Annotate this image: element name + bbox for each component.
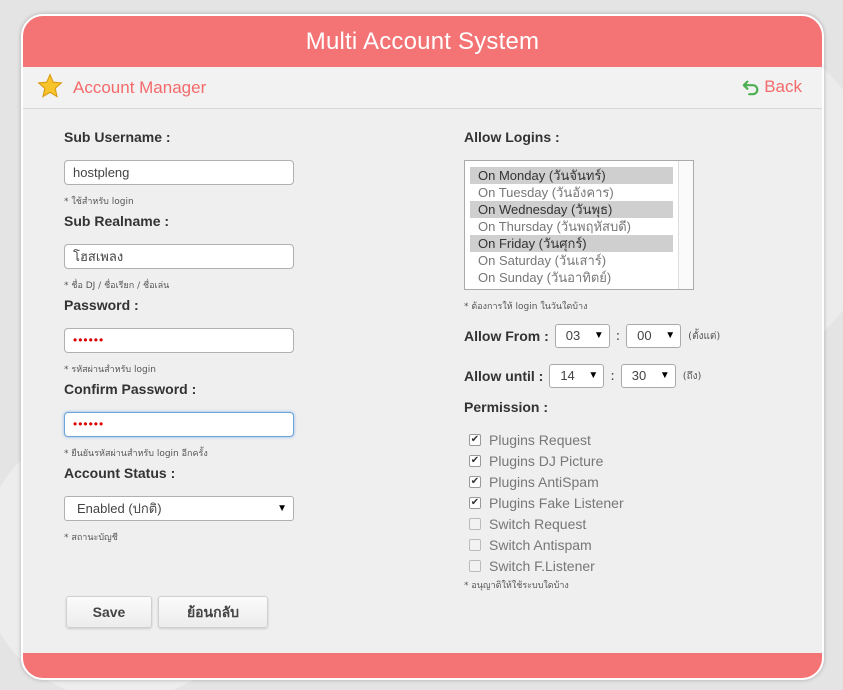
checkbox-checked[interactable]: ✔ [469,496,481,509]
chevron-down-icon: ▼ [659,370,670,381]
permission-item[interactable]: ✔ Plugins Fake Listener [464,492,804,513]
app-title: Multi Account System [305,28,540,55]
allow-until-row: Allow until : 14 ▼ : 30 ▼ (ถึง) [464,363,804,389]
permission-label: Permission : [464,399,549,415]
confirm-password-label: Confirm Password : [64,381,197,397]
login-day-option[interactable]: On Saturday (วันเสาร์) [470,252,673,269]
checkbox-checked[interactable]: ✔ [469,475,481,488]
time-separator: : [610,368,615,384]
allow-until-label: Allow until : [464,368,544,384]
section-bar: Account Manager Back [23,67,822,109]
app-header: Multi Account System [23,16,822,67]
permission-hint: * อนุญาติให้ใช้ระบบใดบ้าง [464,581,569,591]
permission-item-label: Plugins DJ Picture [489,452,604,469]
permission-item-label: Plugins AntiSpam [489,473,599,490]
password-label: Password : [64,297,139,313]
account-status-hint: * สถานะบัญชี [64,533,118,543]
login-day-option[interactable]: On Friday (วันศุกร์) [470,235,673,252]
allow-from-hour-select[interactable]: 03 ▼ [554,324,610,348]
allow-until-hour-select[interactable]: 14 ▼ [549,364,605,388]
account-status-label: Account Status : [64,465,176,481]
allow-from-hour-value: 03 [565,328,581,343]
confirm-password-group: Confirm Password : •••••• * ยืนยันรหัสผ่… [64,381,304,465]
account-status-group: Account Status : Enabled (ปกติ) ▼ * สถาน… [64,465,304,549]
checkbox-unchecked[interactable] [469,538,481,551]
allow-from-minute-value: 00 [637,328,652,343]
back-button[interactable]: ย้อนกลับ [158,596,268,628]
checkbox-checked[interactable]: ✔ [469,454,481,467]
allow-logins-listbox[interactable]: On Monday (วันจันทร์) On Tuesday (วันอังค… [464,160,694,290]
permission-item[interactable]: Switch Antispam [464,534,804,555]
sub-username-hint: * ใช้สำหรับ login [64,197,134,207]
confirm-password-hint: * ยืนยันรหัสผ่านสำหรับ login อีกครั้ง [64,449,208,459]
back-link[interactable]: Back [742,77,802,97]
permission-item-label: Switch F.Listener [489,557,595,574]
sub-realname-hint: * ชื่อ DJ / ชื่อเรียก / ชื่อเล่น [64,281,170,291]
allow-from-unit: (ตั้งแต่) [688,330,721,342]
permission-item[interactable]: Switch Request [464,513,804,534]
listbox-scrollbar[interactable] [678,161,693,289]
password-input[interactable]: •••••• [64,328,294,353]
chevron-down-icon: ▼ [277,503,287,514]
sub-username-input[interactable]: hostpleng [64,160,294,185]
allow-from-minute-select[interactable]: 00 ▼ [626,324,682,348]
chevron-down-icon: ▼ [665,330,676,341]
permission-list: ✔ Plugins Request ✔ Plugins DJ Picture ✔ Plug… [464,429,804,576]
login-day-option[interactable]: On Monday (วันจันทร์) [470,167,673,184]
main-window: Multi Account System Account Manager Bac… [21,14,824,680]
permission-item[interactable]: Switch F.Listener [464,555,804,576]
sub-realname-label: Sub Realname : [64,213,170,229]
login-day-option[interactable]: On Thursday (วันพฤหัสบดี) [470,218,673,235]
login-day-option[interactable]: On Tuesday (วันอังคาร) [470,184,673,201]
confirm-password-input[interactable]: •••••• [64,412,294,437]
allow-until-minute-select[interactable]: 30 ▼ [620,364,676,388]
section-title: Account Manager [73,78,207,97]
checkbox-checked[interactable]: ✔ [469,433,481,446]
chevron-down-icon: ▼ [588,370,599,381]
access-settings: Allow Logins : On Monday (วันจันทร์) On T… [464,129,804,591]
sub-username-label: Sub Username : [64,129,171,145]
sub-username-group: Sub Username : hostpleng * ใช้สำหรับ log… [64,129,304,213]
permission-item-label: Switch Request [489,515,587,532]
account-fields: Sub Username : hostpleng * ใช้สำหรับ log… [64,129,304,549]
permission-item[interactable]: ✔ Plugins Request [464,429,804,450]
permission-item-label: Plugins Request [489,431,591,448]
chevron-down-icon: ▼ [593,330,604,341]
allow-until-hour-value: 14 [560,368,575,383]
allow-from-label: Allow From : [464,328,549,344]
account-status-select[interactable]: Enabled (ปกติ) ▼ [64,496,294,521]
permission-item-label: Switch Antispam [489,536,592,553]
login-day-option[interactable]: On Sunday (วันอาทิตย์) [470,269,673,286]
permission-item[interactable]: ✔ Plugins AntiSpam [464,471,804,492]
allow-until-minute-value: 30 [631,368,647,383]
time-separator: : [615,328,621,344]
save-button[interactable]: Save [66,596,152,628]
password-hint: * รหัสผ่านสำหรับ login [64,365,156,375]
footer-bar [23,653,822,678]
sub-realname-input[interactable]: โฮสเพลง [64,244,294,269]
account-status-value: Enabled (ปกติ) [77,501,162,516]
password-group: Password : •••••• * รหัสผ่านสำหรับ login [64,297,304,381]
permission-item-label: Plugins Fake Listener [489,494,624,511]
allow-logins-hint: * ต้องการให้ login ในวันใดบ้าง [464,302,588,312]
permission-item[interactable]: ✔ Plugins DJ Picture [464,450,804,471]
login-day-option[interactable]: On Wednesday (วันพุธ) [470,201,673,218]
allow-from-row: Allow From : 03 ▼ : 00 ▼ (ตั้งแต่) [464,323,804,349]
form-actions: Save ย้อนกลับ [66,596,268,628]
checkbox-unchecked[interactable] [469,559,481,572]
allow-until-unit: (ถึง) [682,370,702,382]
back-arrow-icon [742,80,759,96]
checkbox-unchecked[interactable] [469,517,481,530]
sub-realname-group: Sub Realname : โฮสเพลง * ชื่อ DJ / ชื่อเ… [64,213,304,297]
allow-logins-label: Allow Logins : [464,129,560,145]
star-icon [37,73,63,98]
back-link-label: Back [764,77,802,96]
